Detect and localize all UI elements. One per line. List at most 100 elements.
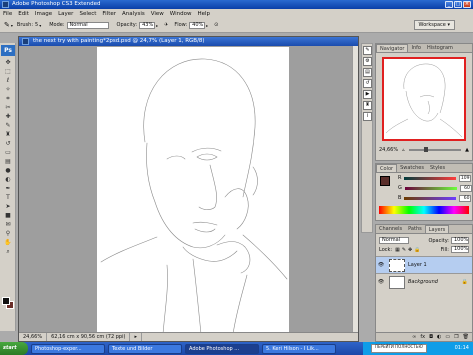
path-select-icon[interactable]: ➤ <box>2 202 14 211</box>
tab-layers[interactable]: Layers <box>424 225 450 233</box>
brush-tool-icon[interactable]: ✎ <box>4 21 10 29</box>
taskbar-item[interactable]: Adobe Photoshop ... <box>185 343 259 354</box>
fill-input[interactable]: 100% <box>451 246 469 253</box>
new-group-icon[interactable]: ▭ <box>445 334 450 340</box>
menu-image[interactable]: Image <box>32 11 55 17</box>
tab-channels[interactable]: Channels <box>376 225 405 233</box>
move-icon[interactable]: ✥ <box>2 58 14 67</box>
blend-mode-select[interactable]: Normal <box>379 237 409 244</box>
new-layer-icon[interactable]: ❐ <box>454 334 458 340</box>
pen-icon[interactable]: ✒ <box>2 184 14 193</box>
layer-opacity-input[interactable]: 100% <box>451 237 469 244</box>
blur-icon[interactable]: ● <box>2 166 14 175</box>
tray-badge[interactable]: ПЕРЕЙТИ ПОЛНОСТЬЮ <box>371 344 427 353</box>
marquee-icon[interactable]: ⬚ <box>2 67 14 76</box>
airbrush-icon[interactable]: ✈ <box>164 22 168 28</box>
red-slider[interactable] <box>404 176 457 180</box>
flow-slider-icon[interactable]: ▸ <box>206 23 208 28</box>
menu-view[interactable]: View <box>148 11 167 17</box>
info-panel-icon[interactable]: i <box>363 112 372 121</box>
opacity-input[interactable]: 43% <box>139 21 156 29</box>
menu-select[interactable]: Select <box>76 11 99 17</box>
lock-all-icon[interactable]: 🔒 <box>414 247 420 253</box>
tab-swatches[interactable]: Swatches <box>397 164 427 172</box>
flow-input[interactable]: 40% <box>189 21 206 29</box>
crop-icon[interactable]: ⌗ <box>2 94 14 103</box>
close-button[interactable]: × <box>463 1 471 8</box>
healing-icon[interactable]: ✚ <box>2 112 14 121</box>
lock-position-icon[interactable]: ✥ <box>408 247 412 253</box>
taskbar-item[interactable]: Texte und Bilder <box>108 343 182 354</box>
history-panel-icon[interactable]: ↺ <box>363 79 372 88</box>
hand-icon[interactable]: ✋ <box>2 238 14 247</box>
slice-icon[interactable]: ✂ <box>2 103 14 112</box>
clone-source-panel-icon[interactable]: ♜ <box>363 101 372 110</box>
menu-filter[interactable]: Filter <box>99 11 119 17</box>
notes-icon[interactable]: ✉ <box>2 220 14 229</box>
tab-color[interactable]: Color <box>376 164 398 172</box>
red-value[interactable]: 109 <box>459 174 472 182</box>
minimize-button[interactable]: _ <box>445 1 453 8</box>
taskbar-item[interactable]: Photoshop-exper... <box>31 343 105 354</box>
brushes-panel-icon[interactable]: ✎ <box>363 46 372 55</box>
menu-analysis[interactable]: Analysis <box>119 11 148 17</box>
green-value[interactable]: 60 <box>459 184 472 192</box>
tool-preset-dropdown-icon[interactable]: ▾ <box>11 23 13 28</box>
tab-paths[interactable]: Paths <box>405 225 425 233</box>
foreground-color-swatch[interactable] <box>2 297 10 305</box>
brush-picker-icon[interactable]: ▾ <box>39 23 41 28</box>
menu-file[interactable]: File <box>0 11 15 17</box>
delete-layer-icon[interactable]: 🗑 <box>463 334 469 340</box>
actions-panel-icon[interactable]: ▶ <box>363 90 372 99</box>
tab-styles[interactable]: Styles <box>427 164 448 172</box>
workspace-button[interactable]: Workspace ▾ <box>413 20 455 30</box>
brush-size[interactable]: 5 <box>35 22 38 28</box>
blue-value[interactable]: 60 <box>459 194 472 202</box>
type-icon[interactable]: T <box>2 193 14 202</box>
lock-pixels-icon[interactable]: ✎ <box>402 247 406 253</box>
zoom-level[interactable]: 24,66% <box>19 333 48 341</box>
document-vertical-scrollbar[interactable] <box>352 46 358 334</box>
zoom-out-icon[interactable]: ▵ <box>402 147 405 153</box>
layer-row[interactable]: 👁 Background 🔒 <box>376 273 472 290</box>
layer-name[interactable]: Background <box>408 279 438 285</box>
shape-icon[interactable]: ■ <box>2 211 14 220</box>
menu-window[interactable]: Window <box>167 11 195 17</box>
tablet-pressure-icon[interactable]: ⊙ <box>214 22 218 28</box>
link-layers-icon[interactable]: ∞ <box>412 334 416 340</box>
dodge-icon[interactable]: ◐ <box>2 175 14 184</box>
status-arrow-icon[interactable]: ▸ <box>130 333 142 341</box>
menu-edit[interactable]: Edit <box>15 11 32 17</box>
visibility-eye-icon[interactable]: 👁 <box>376 262 386 268</box>
gradient-icon[interactable]: ▤ <box>2 157 14 166</box>
document-titlebar[interactable]: the next try with painting*2psd.psd @ 24… <box>19 37 358 46</box>
history-brush-icon[interactable]: ↺ <box>2 139 14 148</box>
brush-icon[interactable]: ✎ <box>2 121 14 130</box>
color-chip[interactable] <box>380 176 390 186</box>
lasso-icon[interactable]: ℓ <box>2 76 14 85</box>
layer-comps-panel-icon[interactable]: ▤ <box>363 68 372 77</box>
lock-transparency-icon[interactable]: ▦ <box>395 247 400 253</box>
tab-navigator[interactable]: Navigator <box>376 44 409 52</box>
layer-name[interactable]: Layer 1 <box>408 262 427 268</box>
blue-slider[interactable] <box>404 196 457 200</box>
menu-layer[interactable]: Layer <box>55 11 76 17</box>
layer-mask-icon[interactable]: ◘ <box>429 334 433 340</box>
navigator-zoom-slider[interactable] <box>408 147 462 152</box>
green-slider[interactable] <box>404 186 457 190</box>
navigator-zoom-knob[interactable] <box>424 147 429 152</box>
adjustment-layer-icon[interactable]: ◐ <box>437 334 441 340</box>
layer-style-icon[interactable]: fx <box>420 334 425 340</box>
color-spectrum[interactable] <box>379 206 469 214</box>
tool-presets-panel-icon[interactable]: ⚙ <box>363 57 372 66</box>
tab-histogram[interactable]: Histogram <box>424 44 456 52</box>
stamp-icon[interactable]: ♜ <box>2 130 14 139</box>
menu-help[interactable]: Help <box>194 11 213 17</box>
start-button[interactable]: start <box>0 342 28 355</box>
canvas[interactable] <box>97 47 289 334</box>
eraser-icon[interactable]: ▭ <box>2 148 14 157</box>
opacity-slider-icon[interactable]: ▸ <box>156 23 158 28</box>
eyedropper-icon[interactable]: ⚲ <box>2 229 14 238</box>
maximize-button[interactable]: □ <box>454 1 462 8</box>
tab-info[interactable]: Info <box>408 44 423 52</box>
